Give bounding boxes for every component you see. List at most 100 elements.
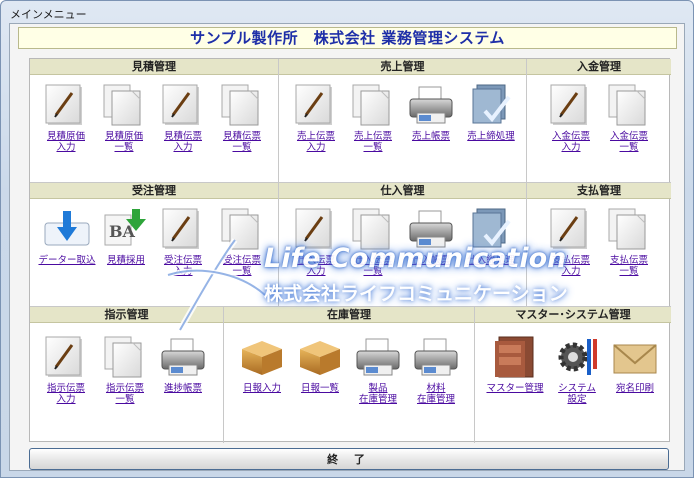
- section-mitsumori: 見積管理 見積原価 入力 見積原価 一覧 見積伝票 入力 見積伝票 一覧: [30, 59, 279, 183]
- menu-juchu-list[interactable]: 受注伝票 一覧: [214, 207, 270, 277]
- section-master: マスター･システム管理 マスター管理 システム 設定 宛名印刷: [475, 307, 671, 443]
- item-label: 売上伝票 一覧: [353, 131, 392, 153]
- printer-icon: [412, 335, 460, 379]
- item-label: 見積原価 一覧: [104, 131, 143, 153]
- gear-tools-icon: [553, 335, 601, 379]
- item-label: 仕入伝票 一覧: [353, 255, 392, 277]
- item-label: 見積伝票 入力: [163, 131, 202, 153]
- documents-icon: [218, 207, 266, 251]
- menu-nyukin-list[interactable]: 入金伝票 一覧: [601, 83, 657, 153]
- documents-icon: [218, 83, 266, 127]
- printer-icon: [407, 207, 455, 251]
- item-label: 仕入帳票: [411, 255, 450, 266]
- menu-shiharai-input[interactable]: 支払伝票 入力: [543, 207, 599, 277]
- section-shiire: 仕入管理 仕入伝票 入力 仕入伝票 一覧 仕入帳票 仕入締処理: [279, 183, 527, 307]
- menu-mitsumori-genka-input[interactable]: 見積原価 入力: [38, 83, 94, 153]
- menu-system-settings[interactable]: システム 設定: [549, 335, 605, 405]
- item-label: 売上帳票: [411, 131, 450, 142]
- menu-mitsumori-denpyo-input[interactable]: 見積伝票 入力: [155, 83, 211, 153]
- item-label: 見積採用: [106, 255, 145, 266]
- section-shiji: 指示管理 指示伝票 入力 指示伝票 一覧 進捗帳票: [30, 307, 224, 443]
- app-title: サンプル製作所 株式会社 業務管理システム: [18, 27, 677, 49]
- documents-icon: [605, 83, 653, 127]
- menu-daily-input[interactable]: 日報入力: [234, 335, 290, 394]
- item-label: 受注伝票 一覧: [222, 255, 261, 277]
- item-label: 入金伝票 一覧: [609, 131, 648, 153]
- item-label: 日報入力: [242, 383, 281, 394]
- item-label: 指示伝票 一覧: [105, 383, 144, 405]
- menu-mitsumori-denpyo-list[interactable]: 見積伝票 一覧: [214, 83, 270, 153]
- cardboard-box-icon: [296, 335, 344, 379]
- item-label: 仕入締処理: [467, 255, 515, 266]
- menu-master-management[interactable]: マスター管理: [483, 335, 547, 394]
- menu-progress-report[interactable]: 進捗帳票: [155, 335, 211, 394]
- item-label: 入金伝票 入力: [551, 131, 590, 153]
- menu-daily-list[interactable]: 日報一覧: [292, 335, 348, 394]
- menu-shiire-list[interactable]: 仕入伝票 一覧: [345, 207, 401, 277]
- menu-data-import[interactable]: データー取込: [36, 207, 98, 266]
- documents-icon: [349, 83, 397, 127]
- documents-icon: [605, 207, 653, 251]
- menu-shiire-closing[interactable]: 仕入締処理: [459, 207, 523, 266]
- exit-button[interactable]: 終 了: [29, 448, 669, 470]
- section-title: 在庫管理: [224, 307, 474, 323]
- envelope-icon: [611, 335, 659, 379]
- window-title: メインメニュー: [10, 8, 87, 21]
- section-nyukin: 入金管理 入金伝票 入力 入金伝票 一覧: [527, 59, 671, 183]
- printer-icon: [159, 335, 207, 379]
- item-label: 製品 在庫管理: [358, 383, 397, 405]
- checkmark-document-icon: [467, 207, 515, 251]
- menu-mitsumori-genka-list[interactable]: 見積原価 一覧: [96, 83, 152, 153]
- pen-document-icon: [292, 207, 340, 251]
- item-label: 支払伝票 入力: [551, 255, 590, 277]
- menu-shiire-report[interactable]: 仕入帳票: [403, 207, 459, 266]
- item-label: 見積伝票 一覧: [222, 131, 261, 153]
- menu-nyukin-input[interactable]: 入金伝票 入力: [543, 83, 599, 153]
- printer-icon: [407, 83, 455, 127]
- menu-uriage-input[interactable]: 売上伝票 入力: [288, 83, 344, 153]
- menu-mitsumori-adopt[interactable]: 見積採用: [98, 207, 154, 266]
- documents-icon: [349, 207, 397, 251]
- section-zaiko: 在庫管理 日報入力 日報一覧 製品 在庫管理 材料 在庫管理: [224, 307, 475, 443]
- item-label: 見積原価 入力: [46, 131, 85, 153]
- section-title: 入金管理: [527, 59, 671, 75]
- section-title: 見積管理: [30, 59, 278, 75]
- pen-document-icon: [159, 83, 207, 127]
- section-title: 支払管理: [527, 183, 671, 199]
- documents-icon: [100, 83, 148, 127]
- menu-address-print[interactable]: 宛名印刷: [607, 335, 663, 394]
- pen-document-icon: [292, 83, 340, 127]
- section-juchu: 受注管理 データー取込 見積採用 受注伝票 入力 受注伝票 一覧: [30, 183, 279, 307]
- item-label: 受注伝票 入力: [163, 255, 202, 277]
- menu-uriage-closing[interactable]: 売上締処理: [459, 83, 523, 142]
- item-label: 日報一覧: [300, 383, 339, 394]
- menu-uriage-list[interactable]: 売上伝票 一覧: [345, 83, 401, 153]
- menu-shiji-input[interactable]: 指示伝票 入力: [38, 335, 94, 405]
- menu-shiji-list[interactable]: 指示伝票 一覧: [97, 335, 153, 405]
- item-label: マスター管理: [486, 383, 544, 394]
- download-arrow-icon: [43, 207, 91, 251]
- printer-icon: [354, 335, 402, 379]
- section-title: 仕入管理: [279, 183, 526, 199]
- menu-uriage-report[interactable]: 売上帳票: [403, 83, 459, 142]
- item-label: 売上伝票 入力: [296, 131, 335, 153]
- item-label: 宛名印刷: [615, 383, 654, 394]
- section-uriage: 売上管理 売上伝票 入力 売上伝票 一覧 売上帳票 売上締処理: [279, 59, 527, 183]
- item-label: システム 設定: [558, 383, 596, 405]
- menu-material-stock[interactable]: 材料 在庫管理: [408, 335, 464, 405]
- menu-shiharai-list[interactable]: 支払伝票 一覧: [601, 207, 657, 277]
- adopt-estimate-icon: [102, 207, 150, 251]
- item-label: 支払伝票 一覧: [609, 255, 648, 277]
- menu-product-stock[interactable]: 製品 在庫管理: [350, 335, 406, 405]
- item-label: 仕入伝票 入力: [296, 255, 335, 277]
- pen-document-icon: [547, 83, 595, 127]
- cabinet-icon: [491, 335, 539, 379]
- client-area: サンプル製作所 株式会社 業務管理システム 見積管理 見積原価 入力 見積原価 …: [9, 23, 685, 471]
- item-label: 材料 在庫管理: [416, 383, 455, 405]
- menu-shiire-input[interactable]: 仕入伝票 入力: [288, 207, 344, 277]
- item-label: 指示伝票 入力: [46, 383, 85, 405]
- pen-document-icon: [547, 207, 595, 251]
- section-shiharai: 支払管理 支払伝票 入力 支払伝票 一覧: [527, 183, 671, 307]
- section-title: 受注管理: [30, 183, 278, 199]
- menu-juchu-input[interactable]: 受注伝票 入力: [155, 207, 211, 277]
